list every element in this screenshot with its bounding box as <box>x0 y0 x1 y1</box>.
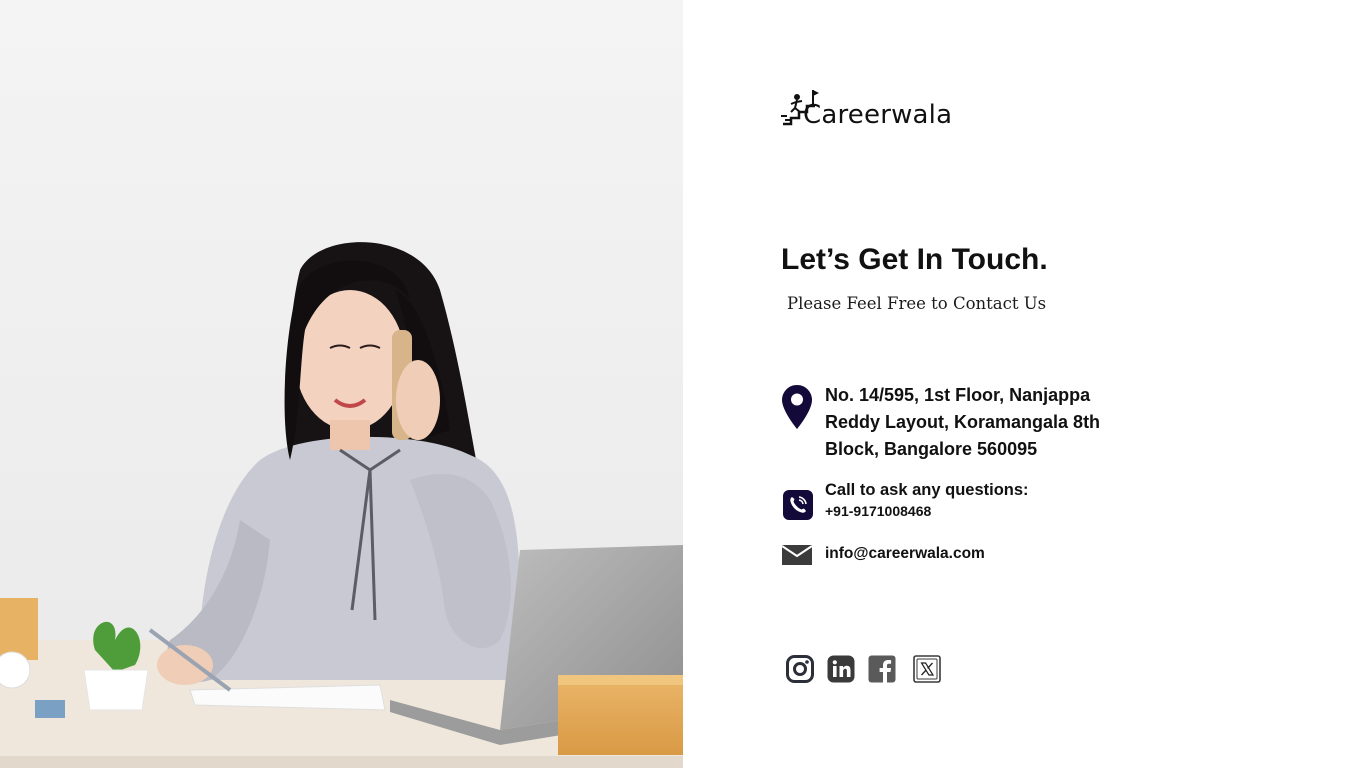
logo-wordmark: Careerwala <box>803 100 953 130</box>
envelope-icon <box>781 545 813 565</box>
facebook-icon <box>868 655 896 683</box>
email-block: info@careerwala.com <box>781 542 1081 568</box>
address-text: No. 14/595, 1st Floor, Nanjappa Reddy La… <box>825 382 1115 463</box>
facebook-link[interactable] <box>868 655 896 683</box>
instagram-icon <box>786 655 814 683</box>
instagram-link[interactable] <box>786 655 814 683</box>
linkedin-link[interactable] <box>827 655 855 683</box>
x-twitter-link[interactable] <box>913 655 941 683</box>
page-subtitle: Please Feel Free to Contact Us <box>787 294 1047 313</box>
woman-on-phone-illustration <box>0 0 683 768</box>
address-line-1: No. 14/595, 1st Floor, Nanjappa <box>825 385 1091 405</box>
hero-photo <box>0 0 683 768</box>
address-block: No. 14/595, 1st Floor, Nanjappa Reddy La… <box>781 382 1111 462</box>
address-line-2: Reddy Layout, Koramangala 8th <box>825 412 1101 432</box>
social-links <box>786 655 946 685</box>
careerwala-logo[interactable]: Careerwala <box>781 88 977 132</box>
email-link[interactable]: info@careerwala.com <box>825 544 985 564</box>
linkedin-icon <box>827 655 855 683</box>
phone-text: Call to ask any questions: +91-917100846… <box>825 480 1029 522</box>
contact-page: Careerwala Let’s Get In Touch. Please Fe… <box>0 0 1366 768</box>
location-pin-icon <box>782 385 812 429</box>
phone-call-icon <box>783 490 813 520</box>
page-title: Let’s Get In Touch. <box>781 243 1048 276</box>
x-twitter-icon <box>913 655 941 683</box>
address-line-3: Block, Bangalore 560095 <box>825 439 1038 459</box>
phone-block: Call to ask any questions: +91-917100846… <box>781 478 1081 524</box>
phone-number-link[interactable]: +91-9171008468 <box>825 500 1029 522</box>
phone-label: Call to ask any questions: <box>825 481 1029 499</box>
